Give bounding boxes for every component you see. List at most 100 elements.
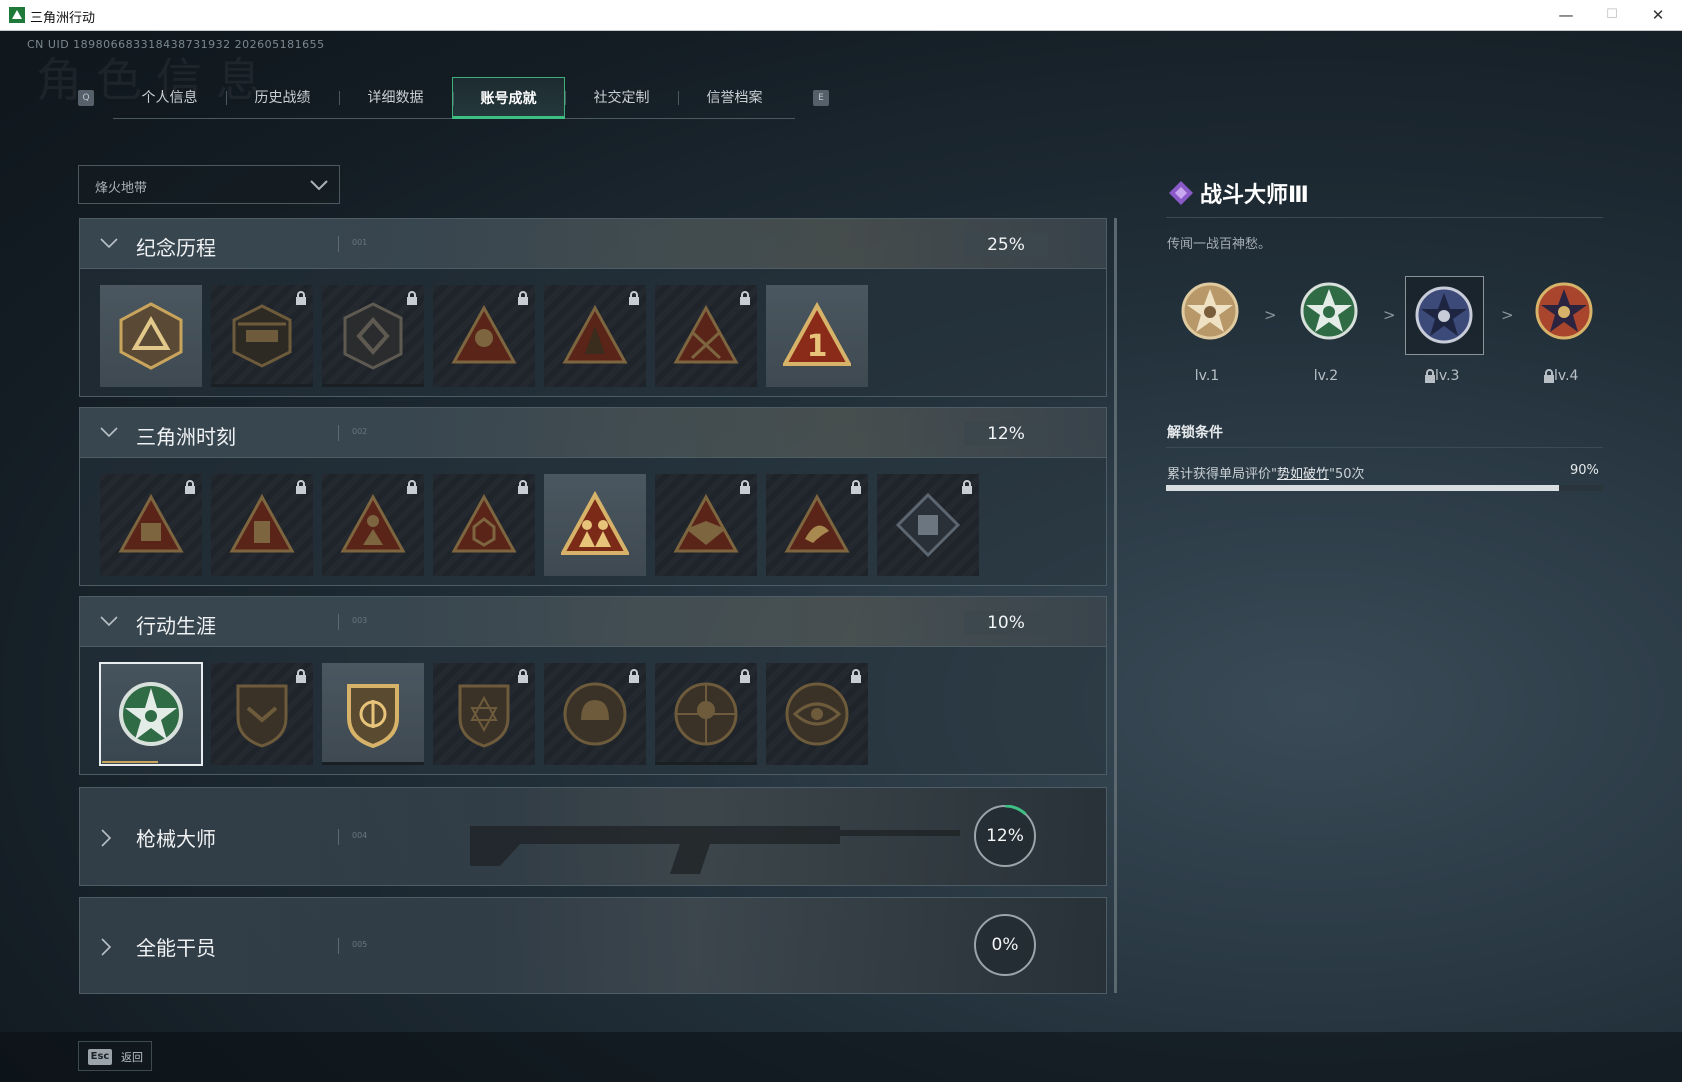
list-scrollbar[interactable] xyxy=(1114,218,1117,993)
badge-item[interactable] xyxy=(544,474,646,576)
section-progress: 25% xyxy=(964,233,1048,257)
achievement-section-weapon-master[interactable]: 枪械大师 004 12% xyxy=(79,787,1107,886)
close-button[interactable]: ✕ xyxy=(1635,0,1681,31)
svg-text:1: 1 xyxy=(807,329,828,364)
level-1-badge[interactable] xyxy=(1177,275,1243,347)
section-header[interactable]: 全能干员 005 0% xyxy=(80,898,1106,993)
section-title: 枪械大师 xyxy=(136,827,216,851)
badge-item[interactable] xyxy=(322,663,424,765)
badge-item[interactable] xyxy=(211,285,313,387)
window-title-bar: 三角洲行动 — ☐ ✕ xyxy=(0,0,1682,31)
chevron-right-icon xyxy=(101,829,112,847)
badge-item[interactable] xyxy=(544,285,646,387)
section-number: 002 xyxy=(352,427,368,436)
tab-next-key-hint[interactable]: E xyxy=(813,90,829,106)
helicopter-emblem-icon xyxy=(232,304,292,368)
minimize-button[interactable]: — xyxy=(1543,0,1589,31)
hex-shield-emblem-icon xyxy=(343,302,403,370)
lock-icon xyxy=(296,291,306,305)
level-4-badge[interactable] xyxy=(1531,275,1597,347)
section-title: 全能干员 xyxy=(136,936,216,960)
tan-star-medal-icon xyxy=(1181,282,1239,340)
red-star-medal-icon xyxy=(1535,282,1593,340)
badge-grid xyxy=(99,662,868,766)
badge-grid: 1 xyxy=(100,285,868,387)
lock-icon xyxy=(407,291,417,305)
badge-item[interactable] xyxy=(100,474,202,576)
lock-icon xyxy=(296,480,306,494)
section-title: 纪念历程 xyxy=(136,236,216,260)
badge-item[interactable] xyxy=(655,285,757,387)
badge-item[interactable] xyxy=(433,474,535,576)
badge-item[interactable] xyxy=(322,474,424,576)
back-button[interactable]: Esc 返回 xyxy=(78,1041,152,1071)
soldier-triangle-emblem-icon xyxy=(451,304,517,364)
player-uid: CN UID 1898066833184387319​32 2026051816… xyxy=(27,38,325,51)
badge-item[interactable] xyxy=(433,285,535,387)
lock-icon xyxy=(851,669,861,683)
level-2-badge[interactable] xyxy=(1296,275,1362,347)
tab-credit-record[interactable]: 信誉档案 xyxy=(678,77,791,119)
hex-star-shield-emblem-icon xyxy=(458,684,510,748)
mode-select[interactable]: 烽火地带 xyxy=(78,165,340,204)
tab-social-custom[interactable]: 社交定制 xyxy=(565,77,678,119)
badge-item[interactable] xyxy=(655,474,757,576)
eye-round-emblem-icon xyxy=(785,682,849,746)
section-header[interactable]: 纪念历程 001 25% xyxy=(80,219,1106,269)
level-2-label: lv.2 xyxy=(1313,368,1339,384)
tab-personal-info[interactable]: 个人信息 xyxy=(113,77,226,119)
badge-item[interactable] xyxy=(655,663,757,765)
badge-item[interactable] xyxy=(100,285,202,387)
badge-item-selected[interactable] xyxy=(99,662,203,766)
section-progress: 10% xyxy=(964,611,1048,635)
helmet-round-emblem-icon xyxy=(563,682,627,746)
requirement-link[interactable]: 势如破竹 xyxy=(1277,467,1329,482)
squad-triangle-emblem-icon xyxy=(561,491,629,555)
blue-star-medal-icon xyxy=(1415,286,1473,344)
level-3-badge-selected[interactable] xyxy=(1405,276,1484,355)
badge-item[interactable] xyxy=(322,285,424,387)
machine-gun-silhouette xyxy=(470,826,960,874)
lock-icon xyxy=(962,480,972,494)
badge-item[interactable] xyxy=(766,663,868,765)
badge-item[interactable] xyxy=(211,474,313,576)
requirement-progress-fill xyxy=(1166,485,1560,491)
number-one-emblem-icon: 1 xyxy=(783,302,851,366)
dolphin-emblem-icon xyxy=(784,493,850,553)
badge-item[interactable] xyxy=(433,663,535,765)
badge-item[interactable]: 1 xyxy=(766,285,868,387)
badge-item[interactable] xyxy=(766,474,868,576)
level-1-label: lv.1 xyxy=(1194,368,1220,384)
achievement-title: 战斗大师Ⅲ xyxy=(1200,183,1309,208)
badge-item[interactable] xyxy=(544,663,646,765)
requirement-progress-bar xyxy=(1166,485,1603,491)
section-header[interactable]: 行动生涯 003 10% xyxy=(80,597,1106,647)
badge-item[interactable] xyxy=(877,474,979,576)
progress-arc xyxy=(974,805,1036,867)
crate-triangle-emblem-icon xyxy=(118,493,184,553)
mode-select-value: 烽火地带 xyxy=(95,181,148,196)
section-number: 004 xyxy=(352,831,368,840)
tab-match-history[interactable]: 历史战绩 xyxy=(226,77,339,119)
esc-key-hint: Esc xyxy=(88,1049,112,1065)
winged-soldier-emblem-icon xyxy=(673,493,739,553)
achievement-description: 传闻一战百神愁。 xyxy=(1167,237,1272,252)
badge-item[interactable] xyxy=(211,663,313,765)
section-header[interactable]: 枪械大师 004 12% xyxy=(80,788,1106,885)
chevron-right-icon xyxy=(101,938,112,956)
maximize-button[interactable]: ☐ xyxy=(1589,0,1635,31)
lock-icon xyxy=(740,480,750,494)
lock-icon xyxy=(851,480,861,494)
crossed-swords-emblem-icon xyxy=(673,304,739,364)
section-header[interactable]: 三角洲时刻 002 12% xyxy=(80,408,1106,458)
level-4-label: lv.4 xyxy=(1554,368,1579,384)
kneeling-soldier-emblem-icon xyxy=(340,493,406,553)
skull-crosshair-emblem-icon xyxy=(674,682,738,746)
tab-achievements[interactable]: 账号成就 xyxy=(452,77,565,119)
level-separator: > xyxy=(1501,306,1514,324)
achievement-section-memorial: 纪念历程 001 25% 1 xyxy=(79,218,1107,397)
lock-icon xyxy=(629,669,639,683)
tab-prev-key-hint[interactable]: Q xyxy=(78,90,94,106)
achievement-section-all-round-operator[interactable]: 全能干员 005 0% xyxy=(79,897,1107,994)
tab-detailed-data[interactable]: 详细数据 xyxy=(339,77,452,119)
